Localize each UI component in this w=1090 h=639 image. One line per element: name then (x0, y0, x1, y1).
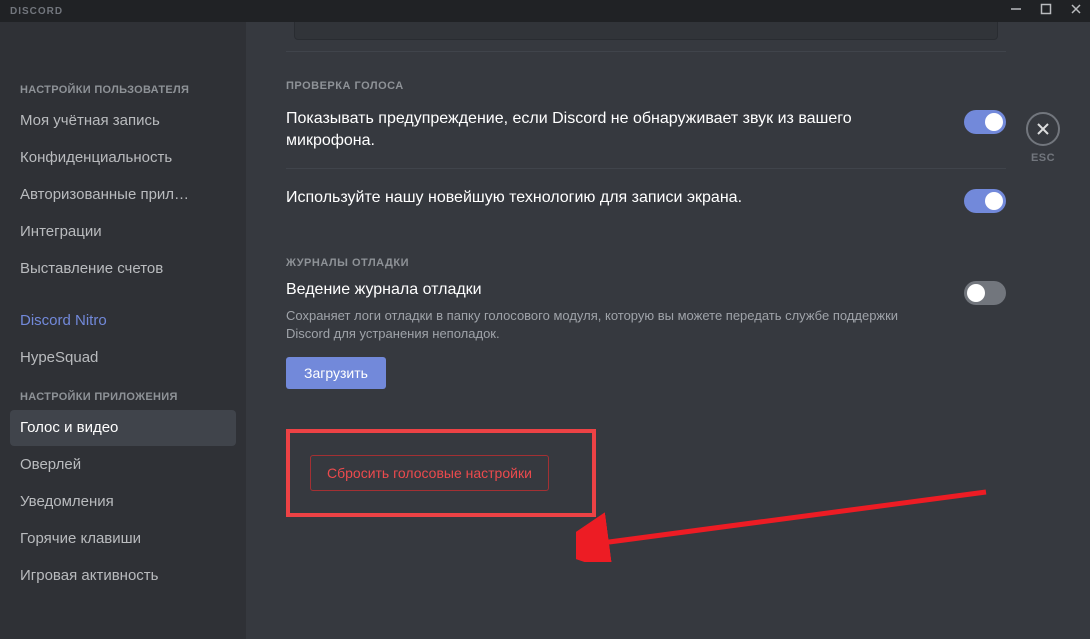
sidebar-item-integrations[interactable]: Интеграции (10, 214, 236, 250)
sidebar-item-game-activity[interactable]: Игровая активность (10, 558, 236, 594)
window-controls (1010, 2, 1082, 20)
toggle-debug-logging[interactable] (964, 281, 1006, 305)
settings-content: ПРОВЕРКА ГОЛОСА Показывать предупреждени… (246, 22, 1090, 639)
setting-warn-no-mic-label: Показывать предупреждение, если Discord … (286, 108, 940, 152)
sidebar-item-hypesquad[interactable]: HypeSquad (10, 340, 236, 376)
toggle-warn-no-mic[interactable] (964, 110, 1006, 134)
download-logs-button[interactable]: Загрузить (286, 357, 386, 389)
toggle-new-capture[interactable] (964, 189, 1006, 213)
sidebar-header-user: НАСТРОЙКИ ПОЛЬЗОВАТЕЛЯ (10, 70, 236, 102)
close-window-icon[interactable] (1070, 2, 1082, 20)
setting-warn-no-mic: Показывать предупреждение, если Discord … (286, 102, 1006, 168)
app-brand: DISCORD (10, 6, 63, 17)
sidebar-item-overlay[interactable]: Оверлей (10, 447, 236, 483)
setting-new-capture-label: Используйте нашу новейшую технологию для… (286, 187, 940, 209)
setting-debug-logging: Ведение журнала отладки Сохраняет логи о… (286, 279, 1006, 405)
titlebar: DISCORD (0, 0, 1090, 22)
minimize-icon[interactable] (1010, 2, 1022, 20)
reset-voice-highlight-box: Сбросить голосовые настройки (286, 429, 596, 517)
sidebar-item-voice-video[interactable]: Голос и видео (10, 410, 236, 446)
maximize-icon[interactable] (1040, 2, 1052, 20)
sidebar-item-authorized-apps[interactable]: Авторизованные прил… (10, 177, 236, 213)
sidebar-item-nitro[interactable]: Discord Nitro (10, 303, 236, 339)
settings-sidebar: НАСТРОЙКИ ПОЛЬЗОВАТЕЛЯ Моя учётная запис… (0, 22, 246, 639)
section-debug-logs: ЖУРНАЛЫ ОТЛАДКИ (286, 257, 1006, 269)
setting-debug-label: Ведение журнала отладки (286, 279, 940, 301)
sidebar-header-app: НАСТРОЙКИ ПРИЛОЖЕНИЯ (10, 377, 236, 409)
sidebar-item-account[interactable]: Моя учётная запись (10, 103, 236, 139)
sidebar-item-keybinds[interactable]: Горячие клавиши (10, 521, 236, 557)
setting-debug-desc: Сохраняет логи отладки в папку голосовог… (286, 307, 940, 343)
close-esc-label: ESC (1031, 152, 1055, 164)
scrolled-content-edge (286, 22, 1006, 52)
reset-voice-settings-button[interactable]: Сбросить голосовые настройки (310, 455, 549, 491)
section-voice-check: ПРОВЕРКА ГОЛОСА (286, 80, 1006, 92)
close-icon (1035, 121, 1051, 137)
sidebar-item-billing[interactable]: Выставление счетов (10, 251, 236, 287)
sidebar-item-notifications[interactable]: Уведомления (10, 484, 236, 520)
close-settings-button[interactable] (1026, 112, 1060, 146)
setting-new-capture-tech: Используйте нашу новейшую технологию для… (286, 168, 1006, 229)
sidebar-item-privacy[interactable]: Конфиденциальность (10, 140, 236, 176)
close-settings: ESC (1026, 112, 1060, 164)
